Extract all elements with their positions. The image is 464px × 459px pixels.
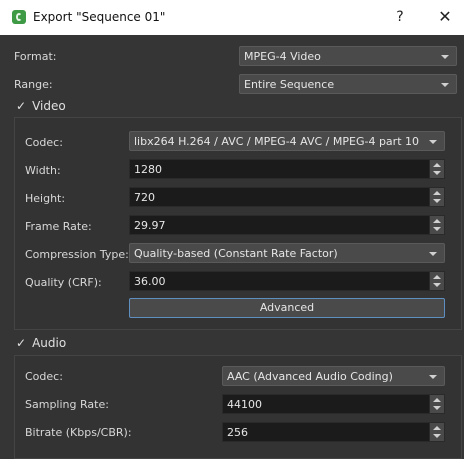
bitrate-label: Bitrate (Kbps/CBR): xyxy=(25,426,132,439)
frame-rate-value: 29.97 xyxy=(134,219,166,232)
chevron-down-icon xyxy=(441,55,449,59)
compression-type-value: Quality-based (Constant Rate Factor) xyxy=(134,247,338,260)
audio-codec-label: Codec: xyxy=(25,370,63,383)
audio-codec-select[interactable]: AAC (Advanced Audio Coding) xyxy=(222,366,445,386)
width-stepper[interactable] xyxy=(429,160,444,178)
checkmark-icon: ✓ xyxy=(16,99,27,113)
arrow-up-icon xyxy=(433,275,441,279)
video-codec-value: libx264 H.264 / AVC / MPEG-4 AVC / MPEG-… xyxy=(134,135,419,148)
format-select[interactable]: MPEG-4 Video xyxy=(239,46,457,66)
sampling-rate-stepper[interactable] xyxy=(429,395,444,413)
window-title: Export "Sequence 01" xyxy=(33,10,166,24)
audio-checkbox[interactable]: ✓ Audio xyxy=(16,336,66,350)
range-label: Range: xyxy=(14,78,53,91)
audio-checkbox-label: Audio xyxy=(32,336,67,350)
checkmark-icon: ✓ xyxy=(16,336,27,350)
advanced-button[interactable]: Advanced xyxy=(129,298,445,318)
app-icon xyxy=(12,10,26,24)
sampling-rate-value: 44100 xyxy=(227,398,262,411)
format-label: Format: xyxy=(14,50,57,63)
chevron-down-icon xyxy=(429,375,437,379)
height-stepper[interactable] xyxy=(429,188,444,206)
quality-stepper[interactable] xyxy=(429,272,444,290)
arrow-up-icon xyxy=(433,163,441,167)
arrow-down-icon xyxy=(433,199,441,203)
frame-rate-stepper[interactable] xyxy=(429,216,444,234)
frame-rate-label: Frame Rate: xyxy=(25,220,92,233)
height-field[interactable]: 720 xyxy=(129,187,445,207)
sampling-rate-field[interactable]: 44100 xyxy=(222,394,445,414)
arrow-down-icon xyxy=(433,227,441,231)
quality-value: 36.00 xyxy=(134,275,166,288)
video-checkbox[interactable]: ✓ Video xyxy=(16,99,66,113)
video-codec-select[interactable]: libx264 H.264 / AVC / MPEG-4 AVC / MPEG-… xyxy=(129,131,445,151)
width-field[interactable]: 1280 xyxy=(129,159,445,179)
quality-label: Quality (CRF): xyxy=(25,276,102,289)
arrow-up-icon xyxy=(433,398,441,402)
arrow-down-icon xyxy=(433,406,441,410)
close-button[interactable]: ✕ xyxy=(430,4,460,30)
arrow-down-icon xyxy=(433,434,441,438)
range-select[interactable]: Entire Sequence xyxy=(239,74,457,94)
title-bar: Export "Sequence 01" ? ✕ xyxy=(0,0,464,35)
arrow-down-icon xyxy=(433,171,441,175)
height-label: Height: xyxy=(25,192,66,205)
arrow-up-icon xyxy=(433,191,441,195)
bitrate-stepper[interactable] xyxy=(429,423,444,441)
arrow-down-icon xyxy=(433,283,441,287)
format-value: MPEG-4 Video xyxy=(244,50,321,63)
bitrate-field[interactable]: 256 xyxy=(222,422,445,442)
frame-rate-field[interactable]: 29.97 xyxy=(129,215,445,235)
range-value: Entire Sequence xyxy=(244,78,335,91)
arrow-up-icon xyxy=(433,219,441,223)
help-button[interactable]: ? xyxy=(385,4,415,30)
chevron-down-icon xyxy=(429,140,437,144)
audio-codec-value: AAC (Advanced Audio Coding) xyxy=(227,370,393,383)
video-checkbox-label: Video xyxy=(32,99,66,113)
height-value: 720 xyxy=(134,191,155,204)
width-value: 1280 xyxy=(134,163,162,176)
video-codec-label: Codec: xyxy=(25,136,63,149)
width-label: Width: xyxy=(25,164,61,177)
chevron-down-icon xyxy=(441,83,449,87)
compression-type-label: Compression Type: xyxy=(25,248,129,261)
compression-type-select[interactable]: Quality-based (Constant Rate Factor) xyxy=(129,243,445,263)
chevron-down-icon xyxy=(429,252,437,256)
sampling-rate-label: Sampling Rate: xyxy=(25,398,109,411)
arrow-up-icon xyxy=(433,426,441,430)
quality-field[interactable]: 36.00 xyxy=(129,271,445,291)
bitrate-value: 256 xyxy=(227,426,248,439)
